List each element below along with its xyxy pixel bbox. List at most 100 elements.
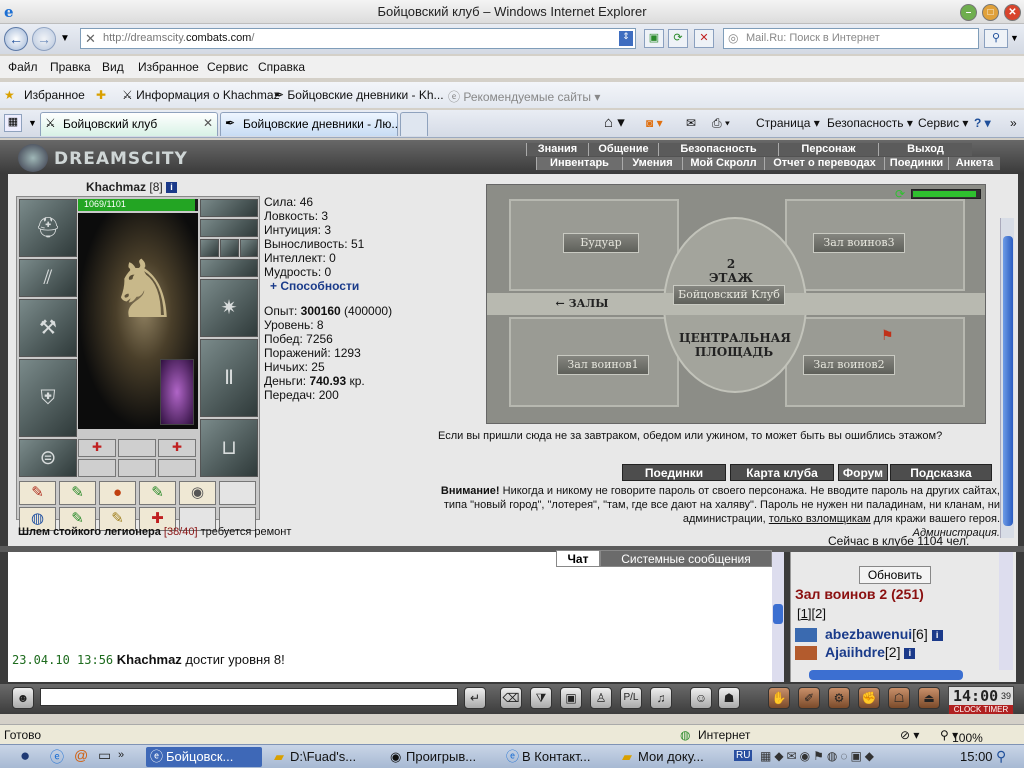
exit-icon[interactable]: ⏏ (918, 687, 940, 709)
smiley-icon[interactable]: ☺ (690, 687, 712, 709)
scroll-slot-3[interactable]: ● (99, 481, 136, 505)
forum-button[interactable]: Форум (838, 464, 888, 481)
user-row[interactable]: Ajaiihdre[2] i (795, 644, 916, 661)
task-documents[interactable]: ▰ Мои доку... (618, 747, 728, 767)
task-vkontakte[interactable]: ⓔ В Контакт... (502, 747, 612, 767)
bracers-slot[interactable]: ⫽ (19, 259, 77, 297)
map-center-plate[interactable]: Бойцовский Клуб (673, 285, 785, 305)
user-pages[interactable]: [1][2] (797, 606, 826, 621)
map-room-boudoir[interactable]: Будуар (563, 233, 639, 253)
send-icon[interactable]: ↵ (464, 687, 486, 709)
music-icon[interactable]: ♫ (650, 687, 672, 709)
map-room-hall1[interactable]: Зал воинов1 (557, 355, 649, 375)
tab-chat[interactable]: Чат (556, 550, 600, 567)
effect-slot-3[interactable]: ✚ (158, 439, 196, 457)
chat-input[interactable] (40, 688, 458, 706)
cmd-safety[interactable]: Безопасность ▾ (827, 116, 913, 130)
chat-scrollbar-thumb[interactable] (773, 604, 783, 624)
mailru-quicklaunch-icon[interactable]: @ (74, 747, 88, 763)
ring-slot-1[interactable] (200, 239, 219, 257)
tab-system-messages[interactable]: Системные сообщения (600, 550, 772, 567)
info-icon[interactable]: i (931, 629, 943, 641)
menu-view[interactable]: Вид (102, 60, 124, 74)
map-refresh-icon[interactable]: ⟳ (895, 187, 905, 201)
nav-inventory[interactable]: Инвентарь (536, 157, 622, 170)
help-icon[interactable]: ? ▾ (974, 116, 991, 130)
zoom-level[interactable]: ⚲ 100% ▾ (940, 728, 983, 745)
weapon-slot[interactable]: ⚒ (19, 299, 77, 357)
hackers-link[interactable]: только взломщикам (769, 513, 871, 525)
nav-knowledge[interactable]: Знания (526, 143, 588, 156)
task-player[interactable]: ◉ Проигрыв... (386, 747, 496, 767)
search-options-icon[interactable]: ▼ (1010, 33, 1019, 43)
nav-profile[interactable]: Анкета (948, 157, 1000, 170)
ring-slot-2[interactable] (220, 239, 239, 257)
add-favorite-icon[interactable]: ✚ (96, 88, 106, 102)
scroll-slot-4[interactable]: ✎ (139, 481, 176, 505)
fav-link-1[interactable]: ⚔ Информация о Khachmaz (122, 88, 280, 102)
feeds-icon[interactable]: ◙ ▾ (646, 116, 663, 130)
map-room-hall2[interactable]: Зал воинов2 (803, 355, 895, 375)
gloves-slot[interactable] (200, 259, 258, 277)
scroll-slot-2[interactable]: ✎ (59, 481, 96, 505)
compat-view-icon[interactable]: ▣ (644, 29, 664, 48)
chevron-right-icon[interactable]: » (1010, 116, 1017, 130)
menu-edit[interactable]: Правка (50, 60, 91, 74)
quick-tabs-icon[interactable]: ▦ (4, 114, 22, 132)
address-input[interactable]: ✕ http://dreamscity.combats.com/ ⇕ (80, 28, 636, 49)
hand-icon[interactable]: ✋ (768, 687, 790, 709)
minimize-button[interactable]: – (960, 4, 977, 21)
favorites-button[interactable]: Избранное (24, 88, 85, 102)
private-log-icon[interactable]: P/L (620, 687, 642, 709)
history-dropdown-icon[interactable]: ▼ (60, 33, 70, 44)
character-portrait[interactable]: ♞ (78, 213, 198, 429)
club-map-button[interactable]: Карта клуба (730, 464, 834, 481)
mail-icon[interactable]: ✉ (686, 116, 696, 130)
tab-fight-club[interactable]: ⚔ Бойцовский клуб ✕ (40, 112, 218, 136)
search-go-icon[interactable]: ⚲ (984, 29, 1008, 48)
clear-icon[interactable]: ⌫ (500, 687, 522, 709)
belt-slot[interactable]: ⊜ (19, 439, 77, 477)
page-scrollbar-thumb[interactable] (1003, 236, 1013, 526)
map-room-hall3[interactable]: Зал воинов3 (813, 233, 905, 253)
info-icon[interactable]: i (166, 182, 178, 194)
back-button[interactable]: ← (4, 27, 28, 51)
scroll-slot-5[interactable]: ◉ (179, 481, 216, 505)
print-icon[interactable]: ⎙ ▾ (712, 116, 730, 131)
language-indicator[interactable]: RU (734, 750, 753, 761)
nav-communication[interactable]: Общение (588, 143, 658, 156)
more-quicklaunch-icon[interactable]: » (118, 749, 124, 761)
users-horizontal-scrollbar[interactable] (809, 670, 963, 680)
menu-file[interactable]: Файл (8, 60, 38, 74)
gear-icon[interactable]: ⚙ (828, 687, 850, 709)
refresh-icon[interactable]: ⟳ (668, 29, 688, 48)
tab-list-icon[interactable]: ▼ (28, 118, 37, 128)
desktop-quicklaunch-icon[interactable]: ▭ (98, 747, 111, 764)
map-halls-label[interactable]: ← ЗАЛЫ (549, 297, 615, 310)
scroll-slot-1[interactable]: ✎ (19, 481, 56, 505)
bag-icon[interactable]: ☖ (888, 687, 910, 709)
fav-link-3[interactable]: ⓔ Рекомендуемые сайты ▾ (448, 88, 600, 105)
search-icon[interactable]: ⚲ (996, 748, 1006, 765)
pet-image[interactable] (160, 359, 194, 425)
hint-button[interactable]: Подсказка (890, 464, 992, 481)
fav-link-2[interactable]: ✒ Бойцовские дневники - Kh... (274, 88, 444, 102)
maximize-button[interactable]: □ (982, 4, 999, 21)
mask-icon[interactable]: ☗ (718, 687, 740, 709)
fist-icon[interactable]: ✊ (858, 687, 880, 709)
user-row[interactable]: abezbawenui[6] i (795, 626, 943, 643)
chat-speaker-icon[interactable]: ☻ (12, 687, 34, 709)
boots-slot[interactable]: ⊔ (200, 419, 258, 477)
ie-quicklaunch-icon[interactable]: ⓔ (50, 747, 64, 767)
task-folder[interactable]: ▰ D:\Fuad's... (270, 747, 380, 767)
task-browser[interactable]: ⓔ Бойцовск... (146, 747, 262, 767)
stop-icon[interactable]: ✕ (694, 29, 714, 48)
nav-skills[interactable]: Умения (622, 157, 682, 170)
refresh-button[interactable]: Обновить (859, 566, 931, 584)
effect-slot-4[interactable] (78, 459, 116, 477)
nav-transfer-report[interactable]: Отчет о переводах (764, 157, 884, 170)
address-dropdown-icon[interactable]: ⇕ (619, 31, 633, 46)
cmd-tools[interactable]: Сервис ▾ (918, 116, 968, 130)
effect-slot-2[interactable] (118, 439, 156, 457)
amulet-slot[interactable] (200, 219, 258, 237)
